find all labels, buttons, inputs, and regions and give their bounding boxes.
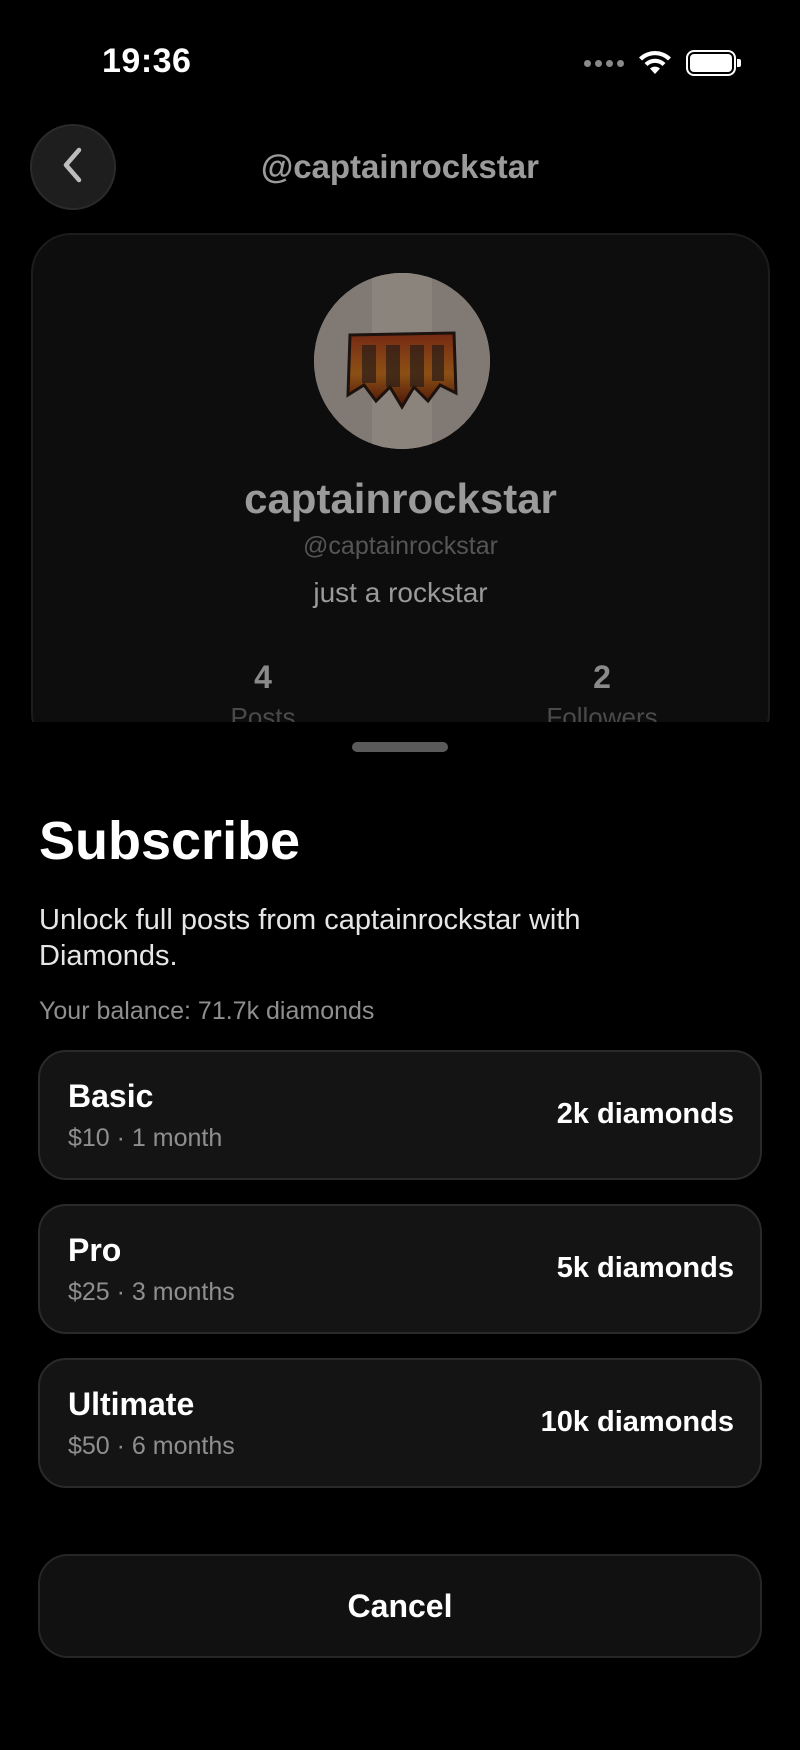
page-title: @captainrockstar (261, 148, 539, 185)
sheet-title: Subscribe (39, 811, 301, 871)
sheet-description: Unlock full posts from captainrockstar w… (39, 904, 581, 972)
battery-icon (686, 50, 741, 76)
stat-value: 4 (254, 659, 272, 695)
plan-price: 5k diamonds (556, 1252, 734, 1284)
stat-value: 2 (593, 659, 611, 695)
plan-option-basic[interactable]: Basic $10 · 1 month 2k diamonds (38, 1050, 762, 1180)
plan-detail: $25 · 3 months (68, 1278, 235, 1306)
profile-name: captainrockstar (244, 475, 557, 522)
plan-price: 2k diamonds (556, 1098, 734, 1130)
status-time: 19:36 (102, 42, 192, 80)
plan-option-ultimate[interactable]: Ultimate $50 · 6 months 10k diamonds (38, 1358, 762, 1488)
profile-handle: @captainrockstar (303, 532, 498, 560)
nav-header: @captainrockstar (0, 120, 800, 220)
cancel-button[interactable]: Cancel (38, 1554, 762, 1658)
avatar[interactable] (314, 273, 490, 449)
profile-bio: just a rockstar (313, 577, 488, 608)
profile-card: captainrockstar @captainrockstar just a … (31, 233, 770, 753)
plan-name: Basic (68, 1078, 154, 1114)
avatar-logo-image (314, 273, 490, 449)
plan-option-pro[interactable]: Pro $25 · 3 months 5k diamonds (38, 1204, 762, 1334)
plan-detail: $10 · 1 month (68, 1124, 223, 1152)
sheet-grabber[interactable] (352, 742, 448, 752)
status-bar: 19:36 (0, 0, 800, 120)
plan-name: Ultimate (68, 1386, 195, 1422)
subscribe-sheet: Subscribe Unlock full posts from captain… (0, 722, 800, 1750)
plan-name: Pro (68, 1232, 122, 1268)
plan-price: 10k diamonds (540, 1406, 734, 1438)
status-icons (584, 50, 741, 76)
cellular-signal-icon (584, 59, 624, 67)
plan-detail: $50 · 6 months (68, 1432, 235, 1460)
wifi-icon (638, 50, 672, 76)
balance-text: Your balance: 71.7k diamonds (39, 997, 375, 1025)
